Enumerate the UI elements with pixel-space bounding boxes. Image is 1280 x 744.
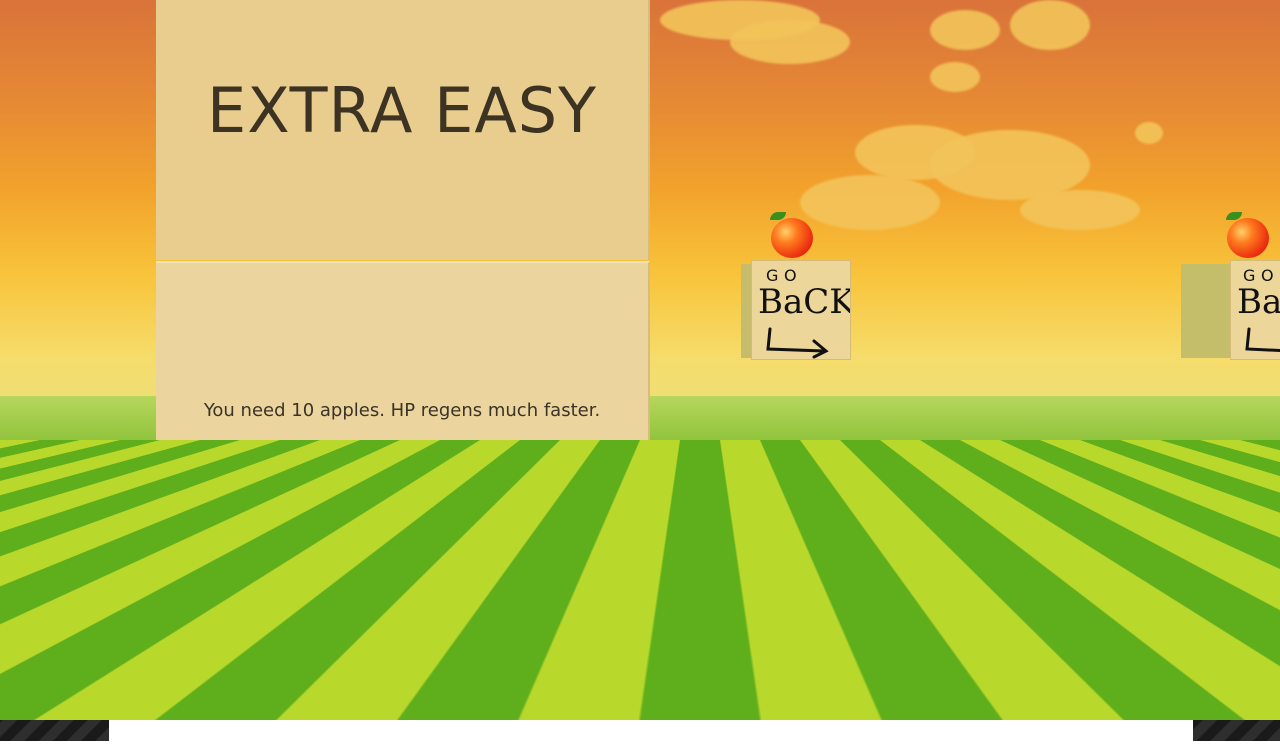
go-back-sign[interactable]: G O BaC: [1230, 260, 1280, 360]
svg-text:BaC: BaC: [1237, 282, 1280, 322]
cloud: [930, 10, 1000, 50]
shadow: [0, 545, 160, 585]
svg-text:BaCK: BaCK: [758, 282, 850, 322]
cloud: [800, 175, 940, 230]
difficulty-title-panel: EXTRA EASY: [156, 0, 650, 260]
minus-icon: −: [1032, 677, 1052, 702]
apple-icon[interactable]: [1227, 218, 1269, 258]
cloud: [730, 20, 850, 64]
player-character: [653, 510, 671, 605]
cloud: [930, 62, 980, 92]
cloud: [1010, 0, 1090, 50]
plus-icon: +: [1254, 634, 1274, 654]
go-back-scribble: G O BaCK: [758, 266, 850, 359]
hold-label: Hold: [30, 636, 69, 656]
shadow: [909, 545, 1280, 583]
apple-icon[interactable]: [771, 218, 813, 258]
go-back-sign[interactable]: G O BaCK: [751, 260, 851, 360]
game-scene: EXTRA EASY You need 10 apples. HP regens…: [0, 0, 1280, 720]
rotate-icon[interactable]: [26, 664, 80, 710]
difficulty-description-panel: You need 10 apples. HP regens much faste…: [156, 261, 650, 461]
pause-button[interactable]: − Pause: [1032, 678, 1136, 703]
go-back-block-side: [1181, 264, 1233, 358]
difficulty-stats-panel: HP Increased 60% Fall Damage reduced 50%: [145, 460, 650, 612]
cloud: [1135, 122, 1163, 144]
difficulty-stats: HP Increased 60% Fall Damage reduced 50%: [172, 524, 623, 548]
difficulty-description: You need 10 apples. HP regens much faste…: [203, 400, 601, 421]
pause-label: Pause: [1062, 678, 1137, 703]
pencil-icon[interactable]: [1208, 656, 1258, 706]
plus-icon: +: [5, 636, 25, 656]
go-back-scribble: G O BaC: [1237, 266, 1280, 353]
cloud: [1020, 190, 1140, 230]
difficulty-title: EXTRA EASY: [207, 73, 597, 147]
